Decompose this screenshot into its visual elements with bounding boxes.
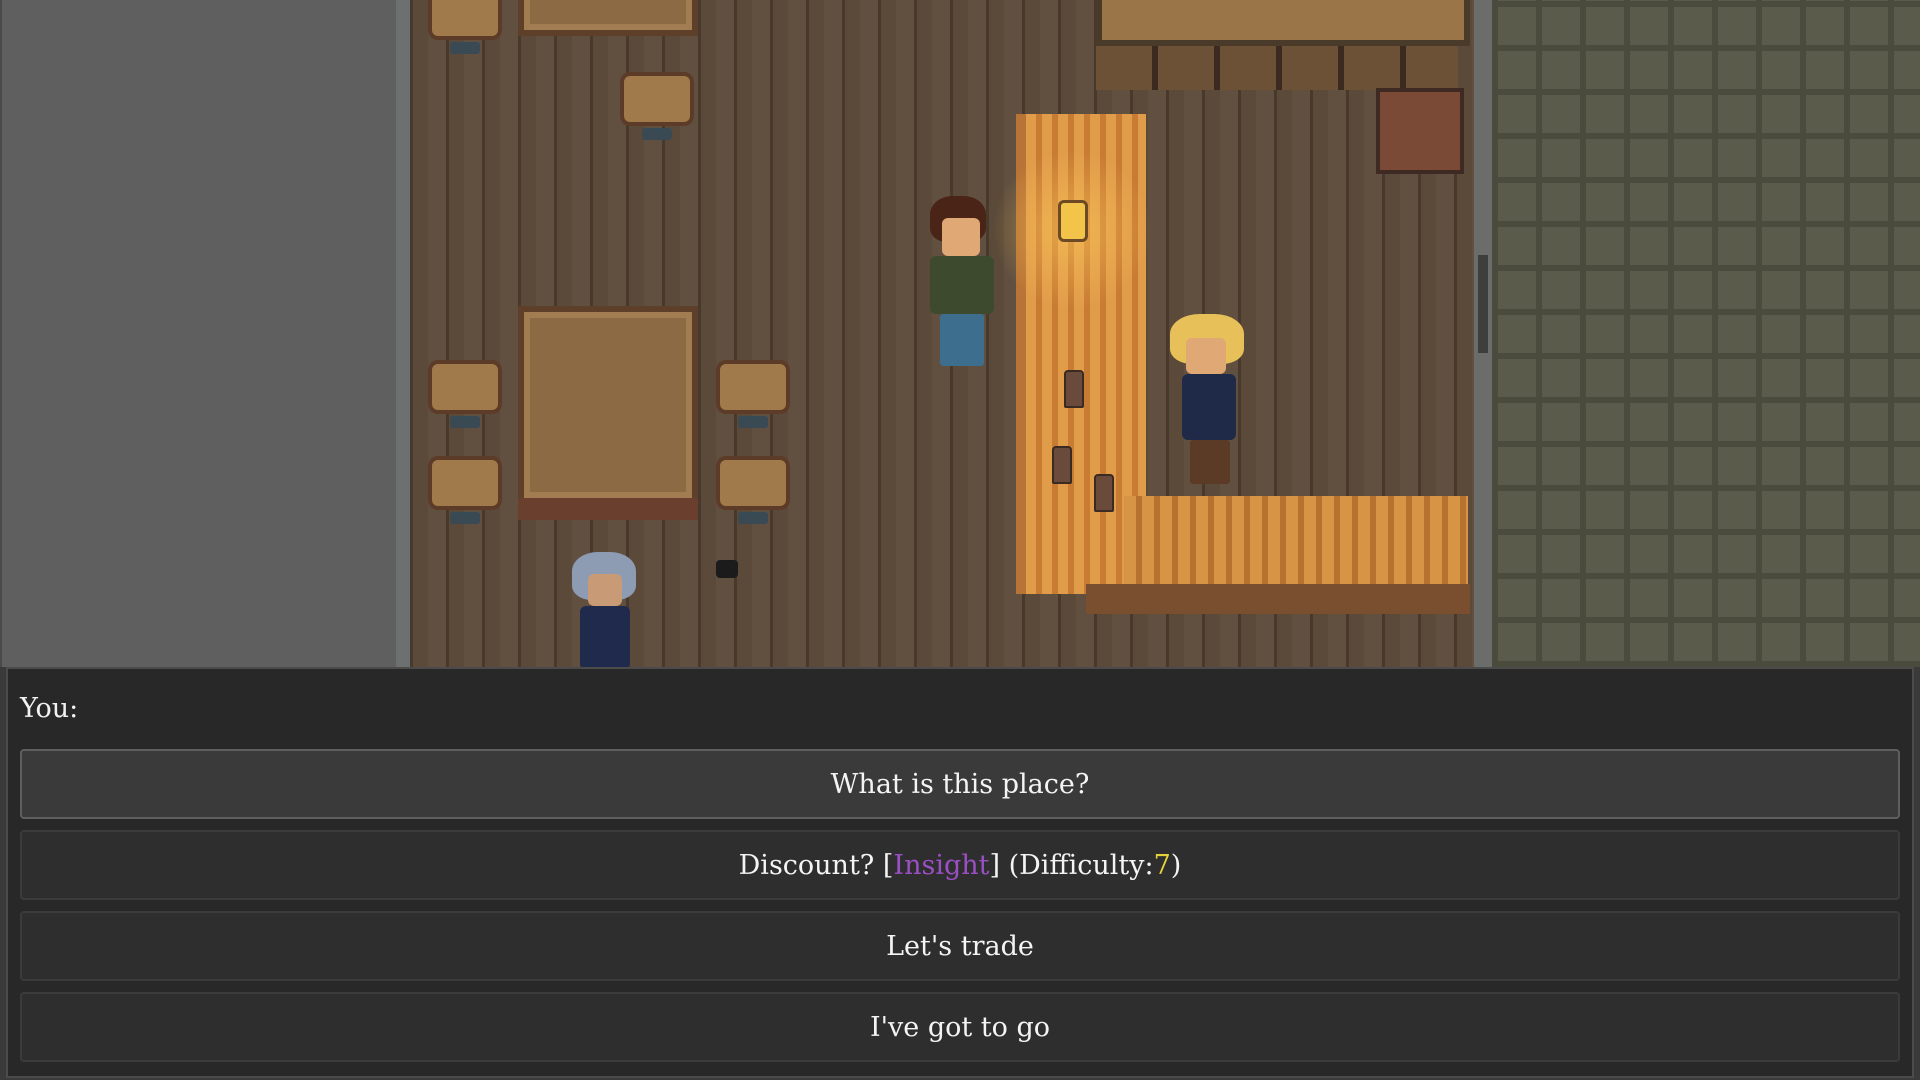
option-suffix: ) bbox=[1170, 849, 1182, 881]
left-wall bbox=[396, 0, 410, 667]
difficulty-value: 7 bbox=[1153, 849, 1171, 881]
wooden-crate bbox=[1376, 88, 1464, 174]
bottle-icon bbox=[1064, 370, 1084, 408]
blonde-merchant-npc[interactable] bbox=[1170, 314, 1250, 486]
right-wall bbox=[1474, 0, 1492, 667]
skill-check-label: Insight bbox=[893, 849, 990, 881]
player-character[interactable] bbox=[912, 196, 1008, 372]
bar-base bbox=[1086, 584, 1470, 614]
game-scene bbox=[0, 0, 1920, 667]
stool bbox=[428, 0, 502, 54]
void-area bbox=[0, 0, 398, 667]
stool bbox=[716, 360, 790, 428]
tavern-table bbox=[518, 0, 698, 36]
speaker-label: You: bbox=[20, 693, 79, 724]
option-prefix: Discount? [ bbox=[738, 849, 894, 881]
dialogue-option-discount[interactable]: Discount? [Insight] (Difficulty: 7) bbox=[20, 830, 1900, 900]
dialogue-option-ive-got-to-go[interactable]: I've got to go bbox=[20, 992, 1900, 1062]
bottle-icon bbox=[1052, 446, 1072, 484]
option-middle: ] (Difficulty: bbox=[989, 849, 1154, 881]
hat-icon bbox=[716, 560, 738, 578]
dialogue-option-what-is-this-place[interactable]: What is this place? bbox=[20, 749, 1900, 819]
option-label: What is this place? bbox=[830, 768, 1090, 800]
stool bbox=[428, 456, 502, 524]
dialogue-option-lets-trade[interactable]: Let's trade bbox=[20, 911, 1900, 981]
stool bbox=[428, 360, 502, 428]
stool bbox=[716, 456, 790, 524]
grey-haired-npc[interactable] bbox=[570, 552, 644, 667]
stool bbox=[620, 72, 694, 140]
oil-lamp-icon bbox=[992, 150, 1152, 310]
table-edge bbox=[518, 498, 698, 520]
stone-tile-exterior bbox=[1492, 0, 1920, 667]
back-counter bbox=[1096, 0, 1470, 46]
tavern-table bbox=[518, 306, 698, 504]
dialogue-panel: You: What is this place? Discount? [Insi… bbox=[6, 667, 1914, 1078]
bottle-icon bbox=[1094, 474, 1114, 512]
option-label: I've got to go bbox=[869, 1011, 1051, 1043]
option-label: Let's trade bbox=[886, 930, 1034, 962]
